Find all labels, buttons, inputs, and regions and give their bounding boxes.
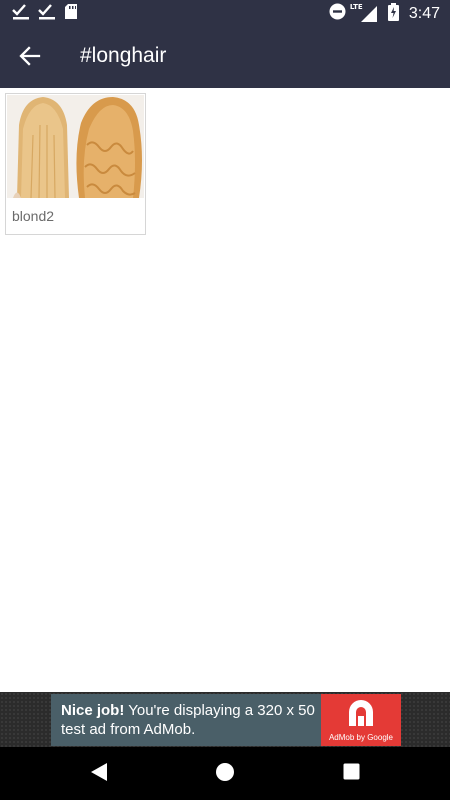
admob-logo: AdMob by Google — [321, 694, 401, 746]
navigation-bar — [0, 747, 450, 800]
do-not-disturb-icon — [329, 3, 346, 25]
back-triangle-icon — [90, 762, 108, 787]
nav-home-button[interactable] — [212, 761, 238, 787]
status-time: 3:47 — [408, 5, 440, 22]
admob-brand: AdMob by Google — [328, 733, 394, 742]
image-grid: blond2 — [0, 88, 450, 692]
signal-icon: LTE — [350, 3, 378, 23]
network-type-label: LTE — [349, 3, 363, 11]
nav-back-button[interactable] — [86, 761, 112, 787]
admob-icon — [345, 698, 377, 733]
ad-headline: Nice job! — [61, 702, 125, 719]
arrow-left-icon — [18, 44, 42, 73]
blonde-hair-photo — [7, 95, 144, 198]
status-bar: LTE 3:47 — [0, 0, 450, 28]
battery-charging-icon — [387, 2, 399, 26]
page-title: #longhair — [80, 44, 167, 67]
app-bar: #longhair — [0, 28, 450, 88]
status-bar-left — [12, 3, 78, 25]
check-icon — [38, 3, 56, 25]
nav-recents-button[interactable] — [338, 761, 364, 787]
home-circle-icon — [215, 762, 235, 787]
grid-item[interactable]: blond2 — [5, 93, 146, 235]
recents-square-icon — [343, 763, 360, 785]
check-icon — [12, 3, 30, 25]
ad-container: Nice job! You're displaying a 320 x 50 t… — [0, 692, 450, 747]
ad-text: Nice job! You're displaying a 320 x 50 t… — [61, 701, 321, 739]
grid-item-caption: blond2 — [12, 208, 55, 224]
sd-card-icon — [64, 3, 78, 25]
back-button[interactable] — [14, 42, 46, 74]
status-bar-right: LTE 3:47 — [329, 2, 440, 26]
ad-banner[interactable]: Nice job! You're displaying a 320 x 50 t… — [51, 694, 401, 746]
